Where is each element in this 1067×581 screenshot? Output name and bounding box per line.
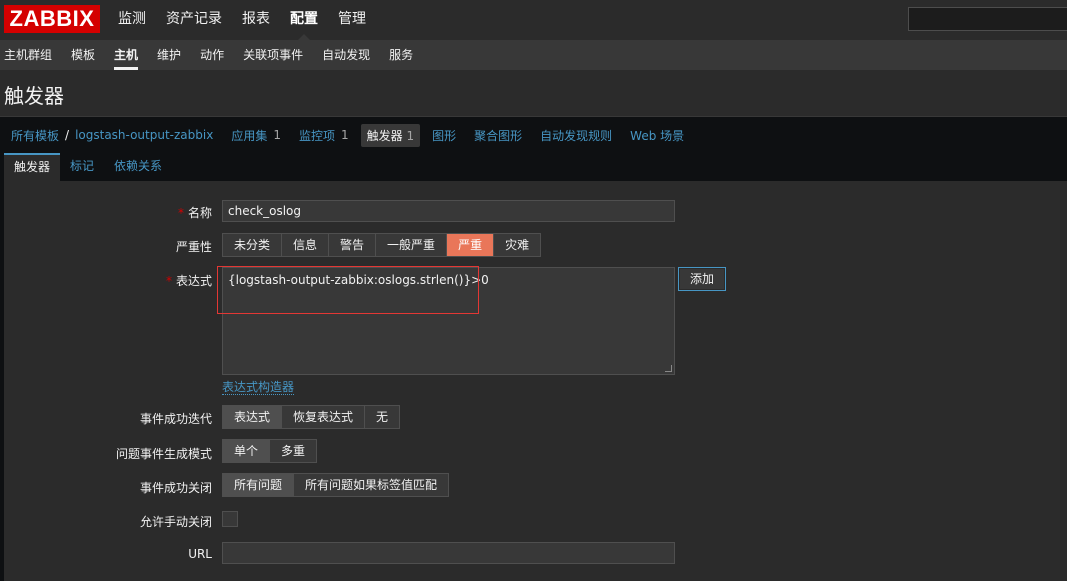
- ok-event-closes-label: 事件成功关闭: [139, 481, 212, 495]
- breadcrumb-discovery-rules[interactable]: 自动发现规则: [540, 127, 612, 144]
- menu-reports[interactable]: 报表: [232, 0, 280, 40]
- ok-event-none[interactable]: 无: [365, 406, 399, 428]
- breadcrumb-web-scenarios[interactable]: Web 场景: [630, 127, 684, 144]
- submenu-templates[interactable]: 模板: [71, 40, 104, 70]
- tab-dependencies[interactable]: 依赖关系: [104, 153, 172, 181]
- ok-event-generation-selector: 表达式 恢复表达式 无: [222, 405, 401, 429]
- problem-mode-multiple[interactable]: 多重: [270, 440, 316, 462]
- url-field[interactable]: [222, 542, 675, 564]
- trigger-form: * 名称 check_oslog 严重性 未分类 信息 警告 一般严重 严重 灾难…: [4, 181, 1067, 581]
- breadcrumb-triggers-label: 触发器: [366, 128, 403, 143]
- severity-disaster[interactable]: 灾难: [494, 234, 540, 256]
- name-field[interactable]: check_oslog: [222, 200, 675, 222]
- breadcrumb-items[interactable]: 监控项: [299, 127, 335, 144]
- severity-label: 严重性: [175, 240, 212, 254]
- resize-handle-icon[interactable]: [665, 365, 672, 372]
- breadcrumb-graphs[interactable]: 图形: [432, 127, 456, 144]
- submenu-correlation[interactable]: 关联项事件: [243, 40, 312, 70]
- submenu-services[interactable]: 服务: [389, 40, 422, 70]
- breadcrumb-screens[interactable]: 聚合图形: [474, 127, 522, 144]
- menu-inventory[interactable]: 资产记录: [156, 0, 232, 40]
- ok-event-recovery-expression[interactable]: 恢复表达式: [282, 406, 366, 428]
- submenu-host-groups[interactable]: 主机群组: [4, 40, 61, 70]
- breadcrumb-host[interactable]: logstash-output-zabbix: [75, 128, 213, 142]
- submenu-discovery[interactable]: 自动发现: [322, 40, 379, 70]
- expression-builder-link[interactable]: 表达式构造器: [222, 380, 295, 395]
- name-label: * 名称: [178, 204, 212, 221]
- ok-event-generation-label: 事件成功迭代: [139, 412, 212, 426]
- menu-administration[interactable]: 管理: [328, 0, 376, 40]
- breadcrumb-all-templates[interactable]: 所有模板: [11, 127, 59, 144]
- submenu-maintenance[interactable]: 维护: [157, 40, 190, 70]
- page-title: 触发器: [4, 84, 64, 108]
- submenu-actions[interactable]: 动作: [200, 40, 233, 70]
- ok-event-expression[interactable]: 表达式: [223, 406, 283, 428]
- add-expression-button[interactable]: 添加: [678, 267, 726, 291]
- top-navigation-bar: ZABBIX 监测 资产记录 报表 配置 管理: [0, 0, 1067, 40]
- tab-trigger[interactable]: 触发器: [4, 153, 61, 181]
- problem-mode-label: 问题事件生成模式: [115, 447, 212, 461]
- expression-label-text: 表达式: [175, 274, 212, 288]
- severity-selector: 未分类 信息 警告 一般严重 严重 灾难: [222, 233, 542, 257]
- name-label-text: 名称: [187, 206, 212, 220]
- breadcrumb-applications[interactable]: 应用集: [231, 127, 267, 144]
- breadcrumb-triggers-count: 1: [406, 128, 415, 143]
- page-header: 触发器: [0, 70, 1067, 117]
- sub-menu: 主机群组 模板 主机 维护 动作 关联项事件 自动发现 服务: [0, 40, 1067, 70]
- breadcrumb-separator: /: [65, 128, 70, 142]
- ok-close-tag-match[interactable]: 所有问题如果标签值匹配: [294, 474, 448, 496]
- required-marker: *: [165, 274, 172, 288]
- main-menu: 监测 资产记录 报表 配置 管理: [108, 0, 376, 40]
- ok-close-all-problems[interactable]: 所有问题: [223, 474, 295, 496]
- breadcrumb-applications-count: 1: [273, 128, 281, 142]
- required-marker: *: [177, 206, 184, 220]
- severity-average[interactable]: 一般严重: [376, 234, 448, 256]
- tab-tags[interactable]: 标记: [60, 153, 104, 181]
- ok-event-closes-selector: 所有问题 所有问题如果标签值匹配: [222, 473, 450, 497]
- manual-close-label: 允许手动关闭: [139, 515, 212, 529]
- problem-mode-selector: 单个 多重: [222, 439, 318, 463]
- submenu-hosts[interactable]: 主机: [114, 40, 147, 70]
- menu-monitoring[interactable]: 监测: [108, 0, 156, 40]
- breadcrumb-items-count: 1: [340, 128, 349, 142]
- severity-information[interactable]: 信息: [282, 234, 330, 256]
- severity-high[interactable]: 严重: [447, 234, 495, 256]
- manual-close-checkbox[interactable]: [222, 511, 238, 527]
- problem-mode-single[interactable]: 单个: [223, 440, 271, 462]
- url-label: URL: [188, 547, 212, 561]
- form-tabs: 触发器 标记 依赖关系: [4, 153, 172, 181]
- breadcrumb-triggers[interactable]: 触发器 1: [360, 123, 421, 147]
- search-input[interactable]: [908, 7, 1067, 31]
- breadcrumb: 所有模板 / logstash-output-zabbix 应用集 1 监控项 …: [0, 118, 1067, 152]
- severity-not-classified[interactable]: 未分类: [223, 234, 283, 256]
- severity-warning[interactable]: 警告: [329, 234, 377, 256]
- expression-label: * 表达式: [166, 272, 212, 289]
- zabbix-logo[interactable]: ZABBIX: [4, 5, 100, 33]
- menu-configuration[interactable]: 配置: [280, 0, 328, 40]
- highlight-annotation-box: [217, 266, 479, 314]
